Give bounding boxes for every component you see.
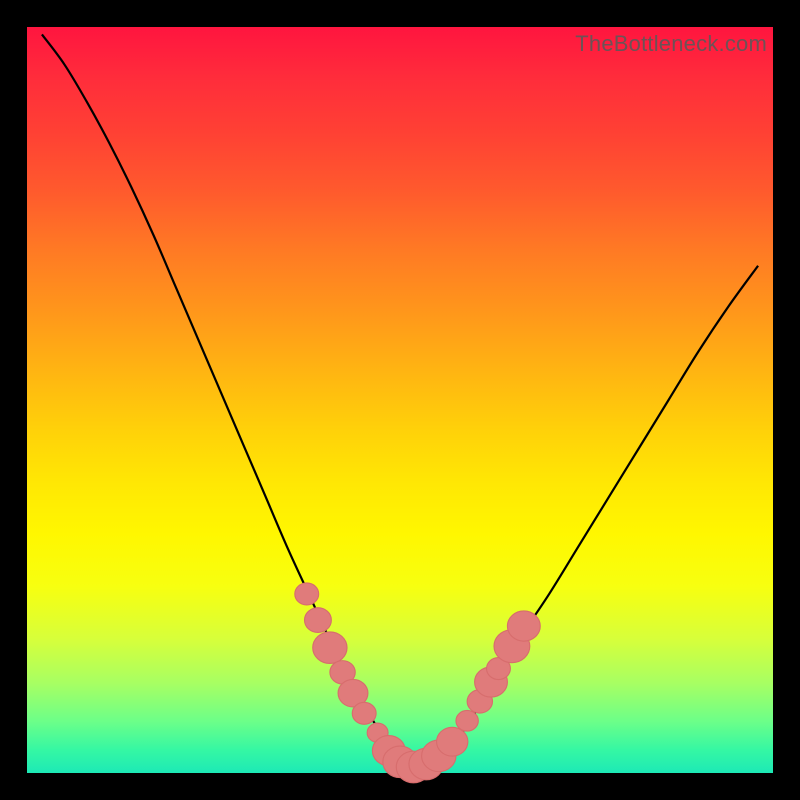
curve-marker: [313, 632, 347, 664]
curve-marker: [456, 710, 478, 731]
curve-marker: [305, 608, 332, 633]
curve-marker: [437, 727, 468, 756]
curve-marker: [295, 583, 319, 605]
chart-area: TheBottleneck.com: [27, 27, 773, 773]
image-frame: TheBottleneck.com: [0, 0, 800, 800]
curve-markers: [295, 583, 540, 783]
curve-marker: [352, 702, 376, 724]
curve-path: [42, 34, 758, 769]
curve-marker: [507, 611, 540, 641]
bottleneck-curve: [27, 27, 773, 773]
